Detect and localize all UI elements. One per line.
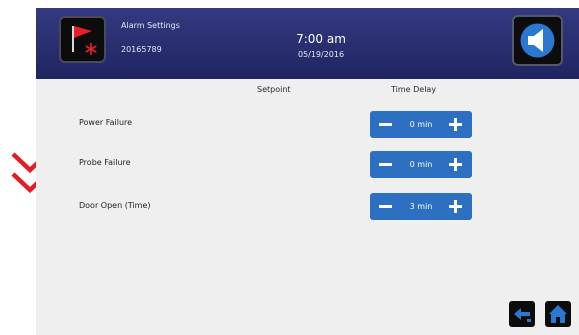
power-failure-delay-stepper: 0 min	[370, 111, 472, 138]
door-open-delay-stepper: 3 min	[370, 193, 472, 220]
screen-title: Alarm Settings	[121, 21, 180, 30]
alarm-flag-snowflake-icon	[72, 26, 97, 55]
probe-failure-delay-value: 0 min	[409, 160, 433, 169]
time-delay-column-header: Time Delay	[391, 85, 437, 94]
door-open-delay-value: 3 min	[409, 202, 433, 211]
device-id: 20165789	[121, 45, 162, 54]
minus-button[interactable]	[374, 151, 398, 178]
power-failure-delay-value: 0 min	[409, 120, 433, 129]
plus-button[interactable]	[444, 151, 468, 178]
back-button[interactable]	[509, 301, 535, 327]
minus-button[interactable]	[374, 111, 398, 138]
header-bar: Alarm Settings 20165789 7:00 am 05/19/20…	[36, 8, 579, 79]
sound-button[interactable]	[512, 15, 563, 66]
probe-failure-label: Probe Failure	[79, 158, 131, 167]
alarm-settings-screen: Alarm Settings 20165789 7:00 am 05/19/20…	[36, 8, 579, 335]
home-icon	[549, 305, 567, 323]
door-open-time-label: Door Open (Time)	[79, 201, 151, 210]
probe-failure-delay-stepper: 0 min	[370, 151, 472, 178]
plus-button[interactable]	[444, 111, 468, 138]
minus-button[interactable]	[374, 193, 398, 220]
alarm-icon[interactable]	[59, 16, 106, 63]
setpoint-column-header: Setpoint	[257, 85, 291, 94]
clock-date: 05/19/2016	[297, 50, 345, 59]
speaker-icon	[520, 23, 555, 58]
plus-button[interactable]	[444, 193, 468, 220]
home-button[interactable]	[545, 301, 571, 327]
clock-time: 7:00 am	[296, 32, 346, 46]
back-arrow-icon	[514, 308, 531, 322]
power-failure-label: Power Failure	[79, 118, 133, 127]
